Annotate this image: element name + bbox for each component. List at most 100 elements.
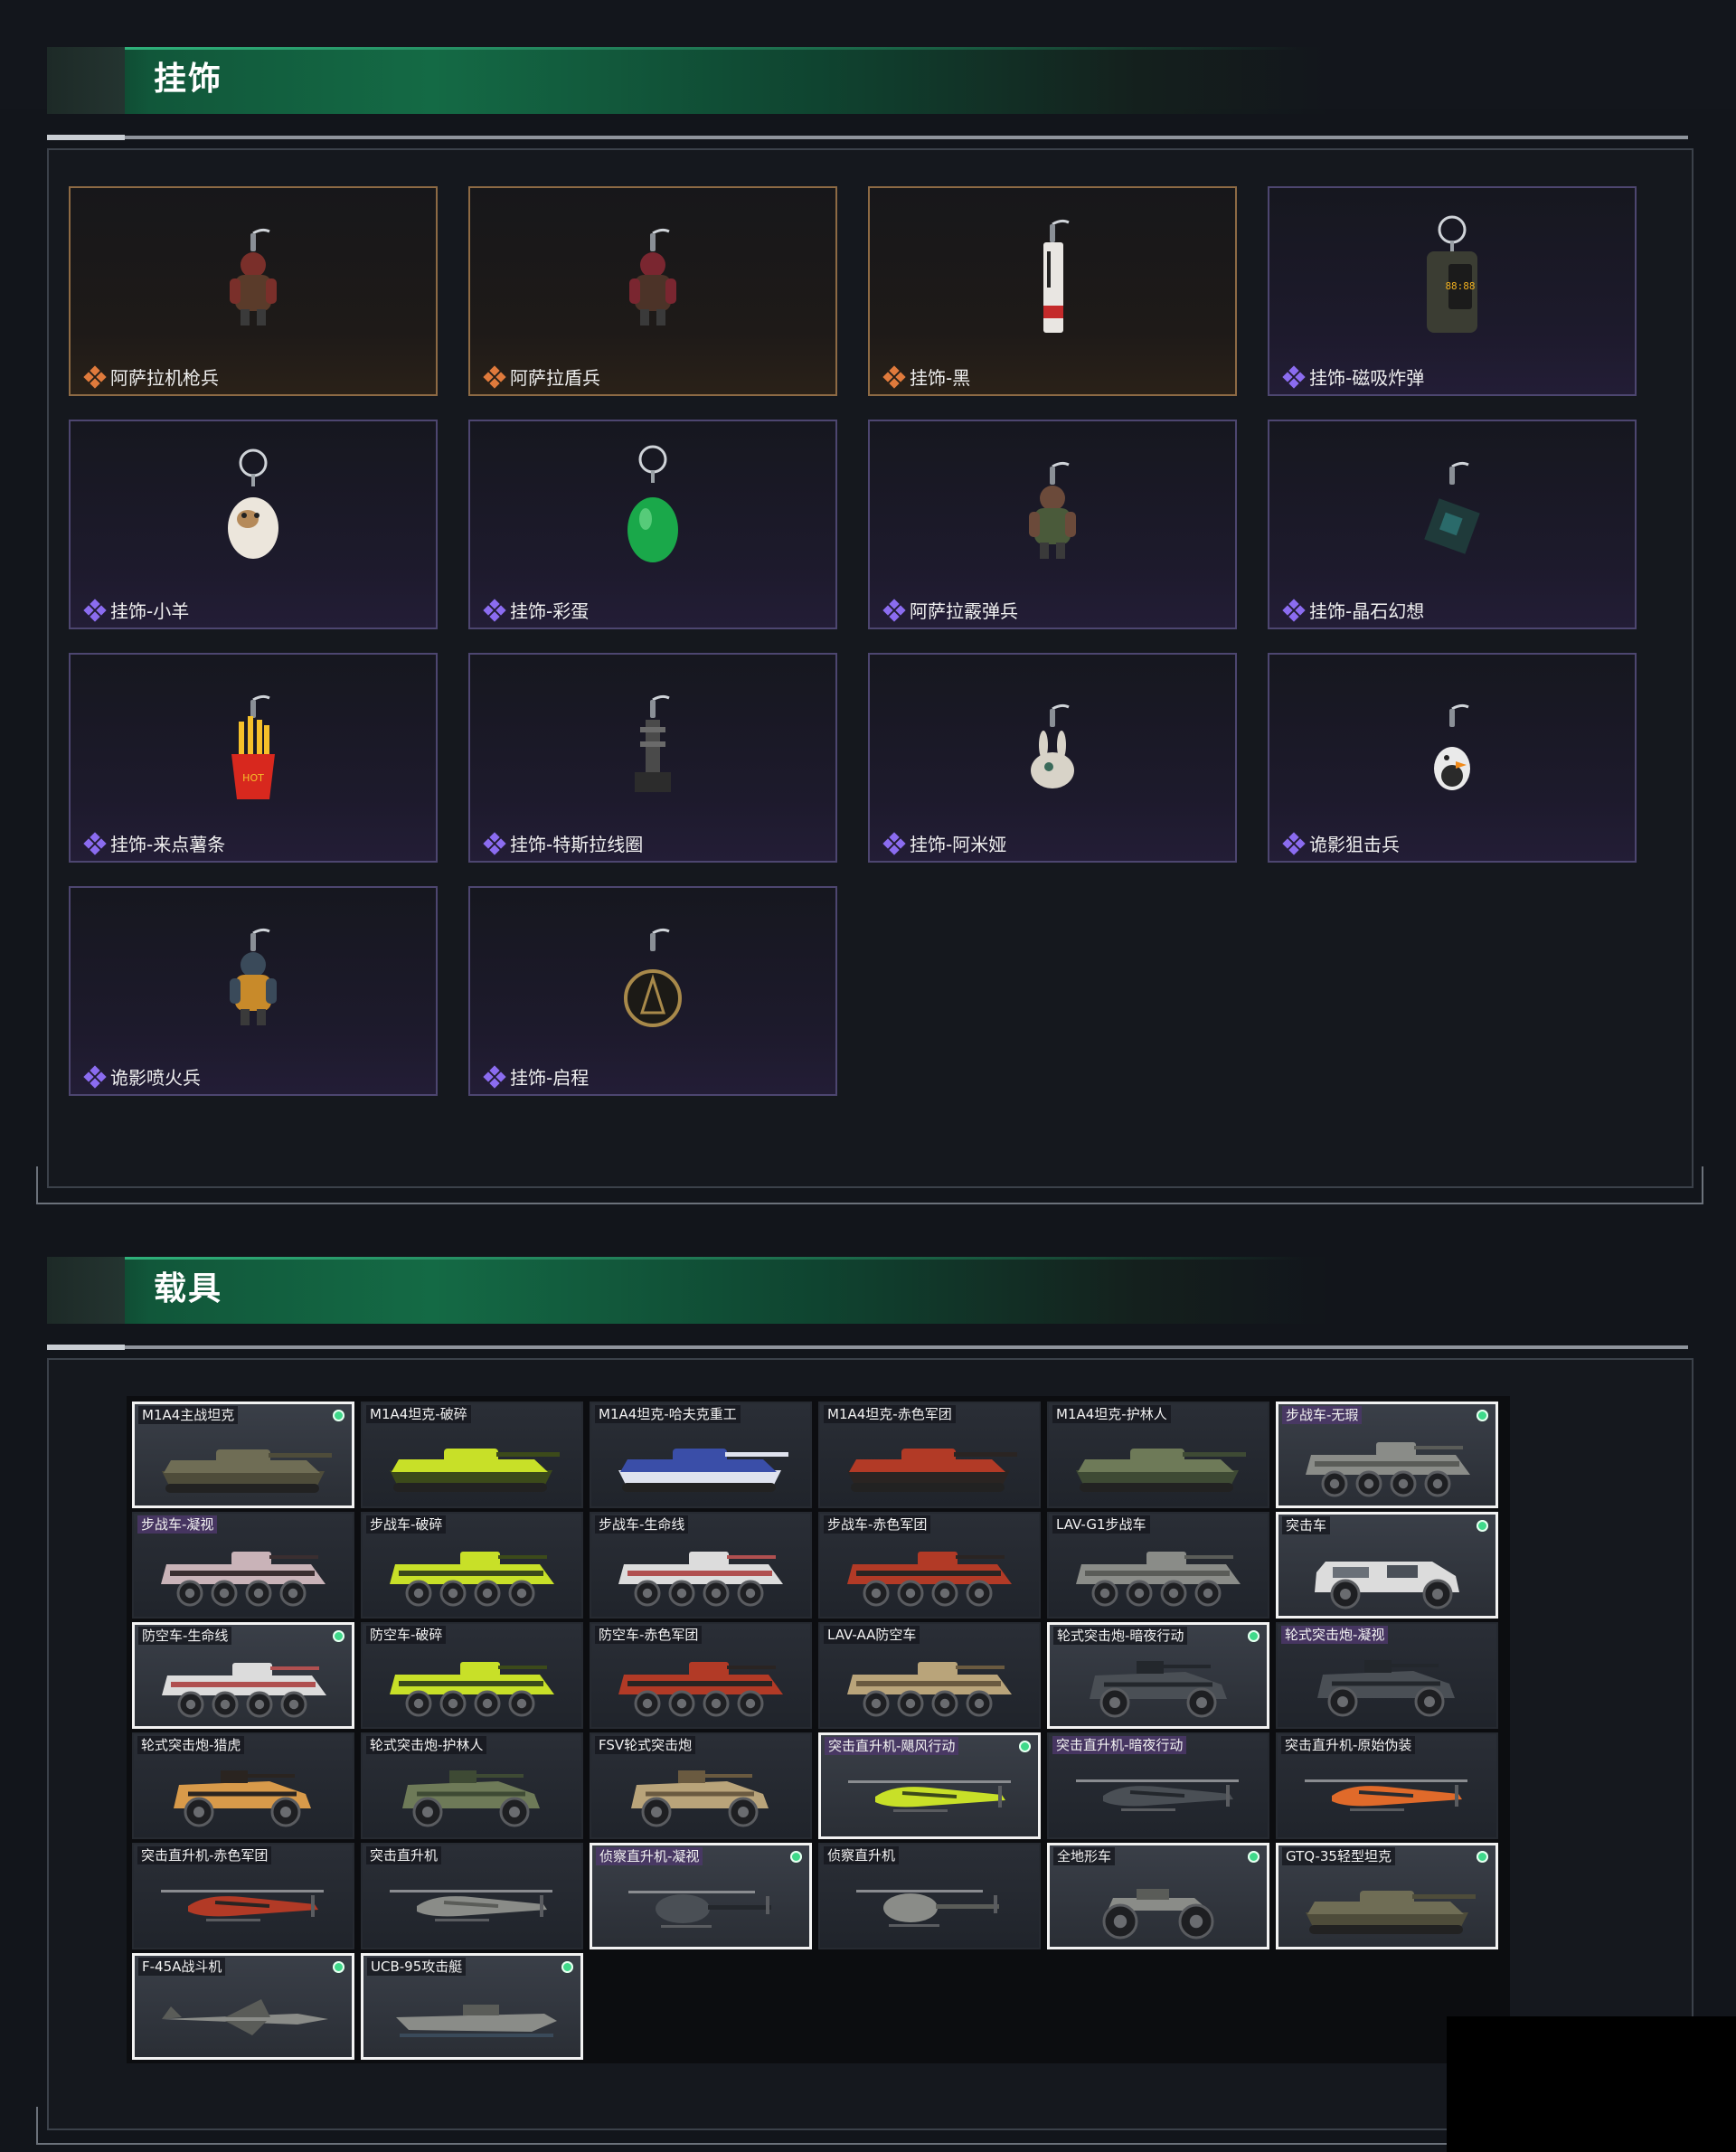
vehicle-card[interactable]: 轮式突击炮-凝视 [1276, 1622, 1498, 1729]
vehicle-card[interactable]: F-45A战斗机 [132, 1953, 354, 2060]
vehicle-card[interactable]: 突击直升机-暗夜行动 [1047, 1732, 1269, 1839]
vehicle-card[interactable]: M1A4坦克-护林人 [1047, 1402, 1269, 1508]
vehicles-panel-frame [36, 2107, 1485, 2145]
rarity-diamond-icon [483, 1065, 506, 1089]
heli-vehicle-icon [1305, 1779, 1467, 1811]
rarity-diamond-icon [83, 1065, 107, 1089]
vehicle-card[interactable]: FSV轮式突击炮 [590, 1732, 812, 1839]
vehicle-label: 侦察直升机-凝视 [596, 1847, 703, 1865]
charm-card[interactable]: 挂饰-启程 [468, 886, 837, 1096]
buggy-vehicle-icon [174, 1770, 311, 1827]
ifv-vehicle-icon [618, 1552, 783, 1607]
vehicle-card[interactable]: 防空车-破碎 [361, 1622, 583, 1729]
vehicle-label: M1A4坦克-赤色军团 [824, 1405, 956, 1423]
charm-card[interactable]: 阿萨拉盾兵 [468, 186, 837, 396]
vehicle-card[interactable]: 步战车-生命线 [590, 1512, 812, 1619]
vehicle-label: 突击车 [1282, 1516, 1331, 1534]
charm-card[interactable]: 挂饰-阿米娅 [868, 653, 1237, 863]
charm-tag-icon [1043, 219, 1070, 333]
charm-figure-icon [629, 228, 676, 326]
vehicle-card[interactable]: GTQ-35轻型坦克 [1276, 1843, 1498, 1949]
mrap-vehicle-icon [1315, 1562, 1459, 1609]
vehicle-card[interactable]: 突击直升机-赤色军团 [132, 1843, 354, 1949]
vehicle-card[interactable]: M1A4坦克-破碎 [361, 1402, 583, 1508]
charm-cube-icon [1424, 461, 1480, 554]
vehicle-label: GTQ-35轻型坦克 [1282, 1847, 1395, 1865]
vehicle-card[interactable]: 防空车-生命线 [132, 1622, 354, 1729]
vehicle-card[interactable]: 步战车-破碎 [361, 1512, 583, 1619]
charm-card[interactable]: 阿萨拉霰弹兵 [868, 420, 1237, 629]
charm-card[interactable]: 诡影喷火兵 [69, 886, 438, 1096]
charms-header-bar [47, 47, 1331, 114]
charm-card[interactable]: 挂饰-晶石幻想 [1268, 420, 1637, 629]
owned-indicator-icon [1477, 1851, 1488, 1863]
charm-coil-icon [635, 694, 671, 792]
vehicle-card[interactable]: 步战车-赤色军团 [818, 1512, 1041, 1619]
vehicle-card[interactable]: 全地形车 [1047, 1843, 1269, 1949]
charm-card[interactable]: 挂饰-彩蛋 [468, 420, 837, 629]
vehicle-label: LAV-AA防空车 [824, 1626, 920, 1644]
charm-label: 挂饰-阿米娅 [910, 834, 1007, 855]
rarity-diamond-icon [83, 599, 107, 622]
rarity-diamond-icon [1282, 832, 1306, 855]
vehicle-card[interactable]: 侦察直升机-凝视 [590, 1843, 812, 1949]
ifv-vehicle-icon [390, 1662, 554, 1717]
vehicle-label: 轮式突击炮-护林人 [366, 1736, 487, 1754]
vehicle-card[interactable]: 轮式突击炮-暗夜行动 [1047, 1622, 1269, 1729]
charm-card[interactable]: 挂饰-黑 [868, 186, 1237, 396]
charm-label: 挂饰-晶石幻想 [1309, 600, 1425, 622]
vehicle-card[interactable]: 突击直升机-原始伪装 [1276, 1732, 1498, 1839]
vehicle-card[interactable]: 轮式突击炮-猎虎 [132, 1732, 354, 1839]
vehicle-label: 轮式突击炮-猎虎 [137, 1736, 245, 1754]
charm-card[interactable]: 诡影狙击兵 [1268, 653, 1637, 863]
vehicle-label: 步战车-生命线 [595, 1515, 689, 1534]
tank-vehicle-icon [390, 1449, 560, 1492]
svg-text:HOT: HOT [242, 772, 264, 784]
vehicle-card[interactable]: 突击直升机-飓风行动 [818, 1732, 1041, 1839]
ifv-vehicle-icon [847, 1552, 1012, 1607]
vehicle-card[interactable]: 侦察直升机 [818, 1843, 1041, 1949]
vehicle-card[interactable]: 防空车-赤色军团 [590, 1622, 812, 1729]
vehicle-card[interactable]: M1A4坦克-赤色军团 [818, 1402, 1041, 1508]
charm-card[interactable]: 阿萨拉机枪兵 [69, 186, 438, 396]
charm-card[interactable]: 88:88 挂饰-磁吸炸弹 [1268, 186, 1637, 396]
vehicles-section-title: 载具 [154, 1270, 223, 1307]
vehicle-card[interactable]: UCB-95攻击艇 [361, 1953, 583, 2060]
charm-card[interactable]: 挂饰-小羊 [69, 420, 438, 629]
charm-medal-icon [624, 928, 682, 1027]
owned-indicator-icon [1248, 1630, 1260, 1642]
charm-card[interactable]: 挂饰-特斯拉线圈 [468, 653, 837, 863]
ifv-vehicle-icon [161, 1552, 326, 1607]
vehicle-card[interactable]: LAV-G1步战车 [1047, 1512, 1269, 1619]
charm-card[interactable]: HOT 挂饰-来点薯条 [69, 653, 438, 863]
vehicle-card[interactable]: 步战车-凝视 [132, 1512, 354, 1619]
vehicle-card[interactable]: M1A4主战坦克 [132, 1402, 354, 1508]
tank-vehicle-icon [847, 1449, 1017, 1492]
ifv-vehicle-icon [1306, 1442, 1470, 1497]
rarity-diamond-icon [882, 599, 906, 622]
vehicle-label: 防空车-生命线 [138, 1627, 232, 1645]
tank-vehicle-icon [1306, 1891, 1476, 1934]
owned-indicator-icon [561, 1961, 573, 1973]
charm-label: 挂饰-来点薯条 [110, 834, 226, 855]
charm-sheep-icon [228, 448, 278, 559]
vehicle-card[interactable]: 突击直升机 [361, 1843, 583, 1949]
vehicle-label: 突击直升机-原始伪装 [1281, 1736, 1416, 1754]
vehicle-label: 轮式突击炮-暗夜行动 [1053, 1627, 1188, 1645]
vehicle-label: 全地形车 [1053, 1847, 1116, 1865]
vehicles-grid: M1A4主战坦克 M1A4坦克-破碎 M1A4坦克-哈夫克重工 M1A4坦克-赤… [127, 1396, 1510, 2063]
vehicle-label: 步战车-凝视 [137, 1515, 218, 1534]
charm-label: 阿萨拉霰弹兵 [910, 600, 1018, 622]
charm-figure-icon [1029, 461, 1076, 559]
charm-figure-icon [230, 928, 277, 1025]
vehicle-card[interactable]: 步战车-无瑕 [1276, 1402, 1498, 1508]
vehicle-card[interactable]: M1A4坦克-哈夫克重工 [590, 1402, 812, 1508]
vehicle-label: FSV轮式突击炮 [595, 1736, 696, 1754]
vehicle-label: 轮式突击炮-凝视 [1281, 1626, 1389, 1644]
vehicles-header-bar [47, 1257, 1331, 1324]
vehicle-card[interactable]: 突击车 [1276, 1512, 1498, 1619]
vehicle-card[interactable]: 轮式突击炮-护林人 [361, 1732, 583, 1839]
scout-vehicle-icon [628, 1891, 771, 1928]
vehicle-label: M1A4主战坦克 [138, 1406, 239, 1424]
vehicle-card[interactable]: LAV-AA防空车 [818, 1622, 1041, 1729]
